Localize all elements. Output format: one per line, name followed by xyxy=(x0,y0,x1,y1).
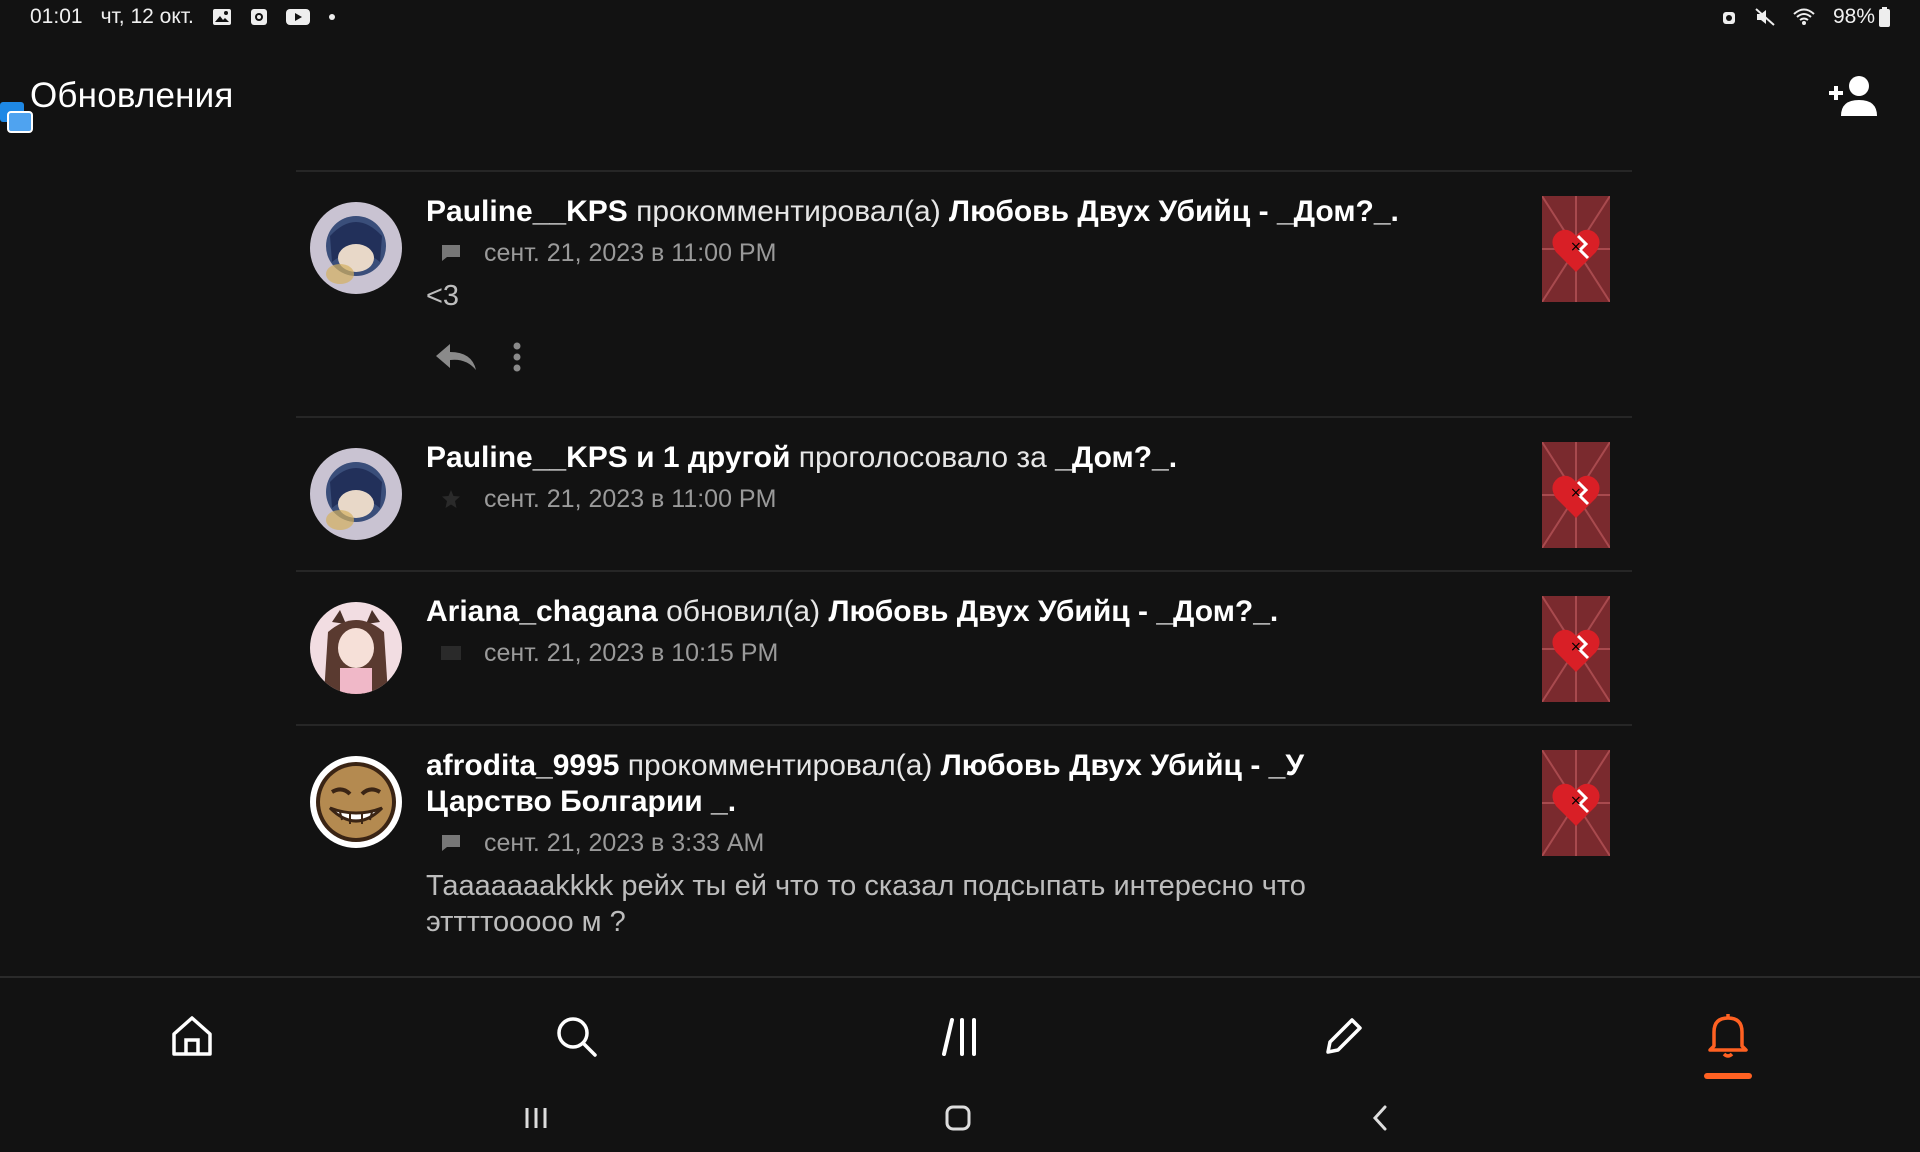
story-cover-thumbnail[interactable]: × xyxy=(1542,596,1610,702)
add-friend-button[interactable] xyxy=(1826,72,1882,122)
write-icon xyxy=(1322,1014,1366,1063)
feed-user[interactable]: afrodita_9995 xyxy=(426,749,619,782)
feed-user[interactable]: Ariana_chagana xyxy=(426,595,658,628)
feed-headline[interactable]: afrodita_9995 прокомментировал(а) Любовь… xyxy=(426,748,1426,820)
overlay-window-icon[interactable] xyxy=(0,102,34,134)
book-icon xyxy=(436,642,466,664)
feed-action: обновил(а) xyxy=(666,595,821,628)
feed-meta: сент. 21, 2023 в 10:15 PM xyxy=(426,636,1426,670)
feed-item-body: Ariana_chagana обновил(а) Любовь Двух Уб… xyxy=(426,594,1426,670)
home-icon xyxy=(170,1014,214,1063)
avatar[interactable] xyxy=(310,202,402,294)
recent-apps-button[interactable] xyxy=(516,1100,556,1140)
more-notifications-dot-icon xyxy=(328,13,336,21)
recent-apps-icon xyxy=(522,1106,550,1135)
wifi-icon xyxy=(1793,8,1815,26)
feed-timestamp: сент. 21, 2023 в 10:15 PM xyxy=(484,638,779,667)
svg-text:×: × xyxy=(1570,639,1582,655)
feed-timestamp: сент. 21, 2023 в 11:00 PM xyxy=(484,238,777,267)
nav-search[interactable] xyxy=(546,1008,606,1068)
avatar[interactable] xyxy=(310,448,402,540)
feed-item-body: Pauline__KPS и 1 другой проголосовало за… xyxy=(426,440,1426,516)
feed-timestamp: сент. 21, 2023 в 11:00 PM xyxy=(484,484,777,513)
feed-item-body: afrodita_9995 прокомментировал(а) Любовь… xyxy=(426,748,1426,940)
alarm-icon xyxy=(1721,8,1737,26)
feed-target[interactable]: _Дом?_. xyxy=(1055,441,1177,474)
battery-icon xyxy=(1879,7,1890,27)
nav-write[interactable] xyxy=(1314,1008,1374,1068)
comment-icon xyxy=(436,832,466,854)
comment-icon xyxy=(436,242,466,264)
feed-user[interactable]: Pauline__KPS и 1 другой xyxy=(426,441,790,474)
active-tab-indicator xyxy=(1704,1073,1752,1079)
feed-item[interactable]: Pauline__KPS и 1 другой проголосовало за… xyxy=(296,416,1632,570)
svg-text:×: × xyxy=(1570,485,1582,501)
feed-meta: сент. 21, 2023 в 3:33 AM xyxy=(426,826,1426,860)
gallery-notification-icon xyxy=(212,8,232,26)
back-button[interactable] xyxy=(1360,1100,1400,1140)
battery-percent: 98% xyxy=(1832,5,1875,28)
feed-timestamp: сент. 21, 2023 в 3:33 AM xyxy=(484,828,765,857)
youtube-notification-icon xyxy=(285,8,310,26)
feed-action: прокомментировал(а) xyxy=(627,749,933,782)
story-cover-thumbnail[interactable]: × xyxy=(1542,750,1610,856)
star-icon xyxy=(436,488,466,510)
app-header: Обновления xyxy=(0,62,1920,136)
more-options-icon[interactable] xyxy=(512,340,522,379)
bottom-navigation xyxy=(0,976,1920,1086)
feed-comment: Таааааааkkkk рейх ты ей что то сказал по… xyxy=(426,870,1306,938)
system-navigation-bar xyxy=(0,1086,1920,1152)
comment-actions xyxy=(426,340,1426,379)
feed-item[interactable]: Pauline__KPS прокомментировал(а) Любовь … xyxy=(296,170,1632,416)
page-title: Обновления xyxy=(30,76,234,115)
feed-item[interactable]: afrodita_9995 прокомментировал(а) Любовь… xyxy=(296,724,1632,974)
nav-library[interactable] xyxy=(932,1008,992,1068)
feed-target[interactable]: Любовь Двух Убийц - _Дом?_. xyxy=(949,195,1399,228)
status-time: 01:01 xyxy=(30,5,83,28)
feed-headline[interactable]: Pauline__KPS прокомментировал(а) Любовь … xyxy=(426,194,1426,230)
story-cover-thumbnail[interactable]: × xyxy=(1542,196,1610,302)
svg-text:×: × xyxy=(1570,239,1582,255)
avatar[interactable] xyxy=(310,756,402,848)
camera-notification-icon xyxy=(250,8,268,26)
feed-comment: <3 xyxy=(426,280,460,312)
story-cover-thumbnail[interactable]: × xyxy=(1542,442,1610,548)
mute-icon xyxy=(1755,8,1775,26)
svg-text:×: × xyxy=(1570,793,1582,809)
activity-feed: Pauline__KPS прокомментировал(а) Любовь … xyxy=(296,170,1632,974)
feed-action: прокомментировал(а) xyxy=(636,195,941,228)
feed-user[interactable]: Pauline__KPS xyxy=(426,195,628,228)
add-user-icon xyxy=(1827,74,1881,121)
search-icon xyxy=(554,1014,598,1063)
bell-icon xyxy=(1706,1012,1750,1065)
nav-home[interactable] xyxy=(162,1008,222,1068)
feed-meta: сент. 21, 2023 в 11:00 PM xyxy=(426,482,1426,516)
back-chevron-icon xyxy=(1370,1104,1390,1137)
reply-icon[interactable] xyxy=(434,342,478,377)
nav-notifications[interactable] xyxy=(1698,1008,1758,1068)
avatar[interactable] xyxy=(310,602,402,694)
feed-target[interactable]: Любовь Двух Убийц - _Дом?_. xyxy=(828,595,1278,628)
feed-headline[interactable]: Pauline__KPS и 1 другой проголосовало за… xyxy=(426,440,1426,476)
feed-meta: сент. 21, 2023 в 11:00 PM xyxy=(426,236,1426,270)
home-system-button[interactable] xyxy=(938,1100,978,1140)
feed-action: проголосовало за xyxy=(798,441,1047,474)
library-icon xyxy=(940,1014,984,1063)
status-bar: 01:01 чт, 12 окт. 98% xyxy=(0,0,1920,34)
feed-item-body: Pauline__KPS прокомментировал(а) Любовь … xyxy=(426,194,1426,379)
status-date: чт, 12 окт. xyxy=(100,5,194,28)
feed-headline[interactable]: Ariana_chagana обновил(а) Любовь Двух Уб… xyxy=(426,594,1426,630)
feed-item[interactable]: Ariana_chagana обновил(а) Любовь Двух Уб… xyxy=(296,570,1632,724)
home-square-icon xyxy=(944,1104,972,1137)
